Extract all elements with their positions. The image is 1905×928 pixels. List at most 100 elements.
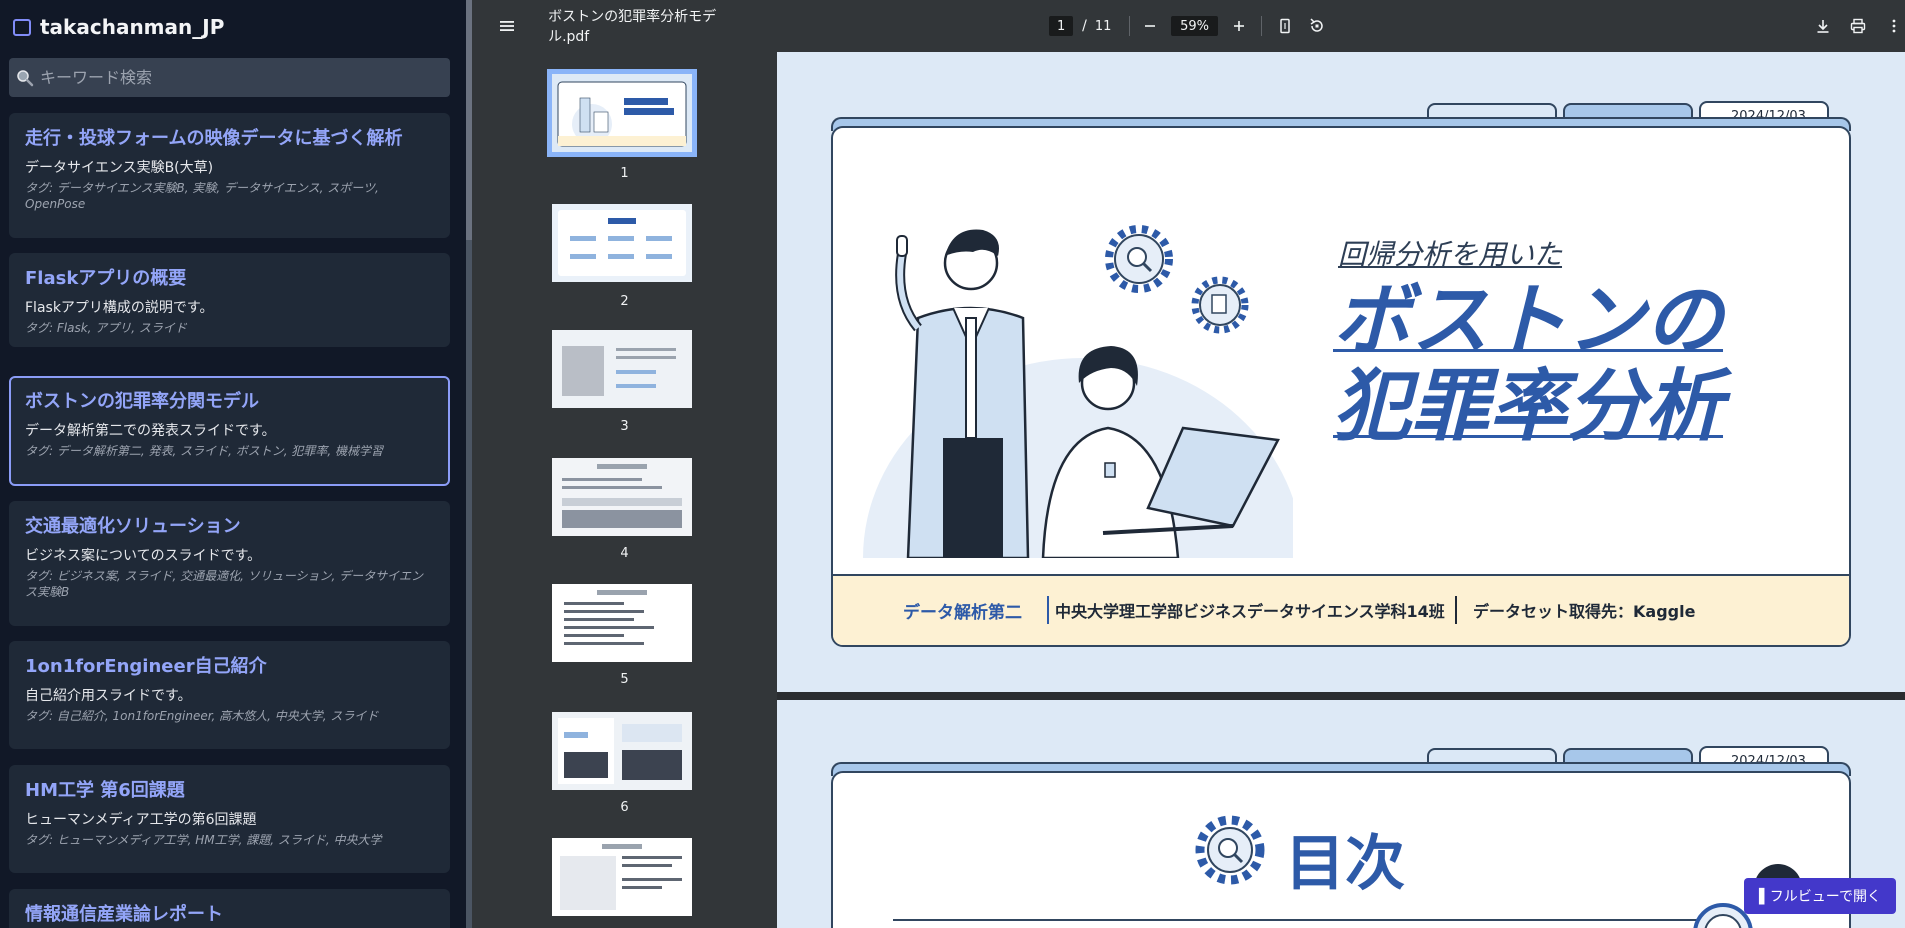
card-desc: データ解析第二での発表スライドです。: [25, 423, 276, 439]
list-item[interactable]: 交通最適化ソリューション ビジネス案についてのスライドです。 タグ: ビジネス案…: [9, 501, 450, 626]
footer-divider: [1455, 596, 1457, 624]
print-button[interactable]: [1847, 14, 1870, 38]
thumbnail-page[interactable]: [552, 458, 692, 536]
thumbnail-number: 1: [620, 166, 629, 181]
page-number-input[interactable]: 1: [1049, 16, 1074, 36]
list-item[interactable]: 情報通信産業論レポート: [9, 889, 450, 928]
thumbnail-number: 2: [620, 294, 629, 309]
rotate-icon: [1310, 18, 1324, 32]
thumbnail-number: 3: [620, 419, 629, 434]
card-desc: ヒューマンメディア工学の第6回課題: [25, 812, 257, 828]
slide-title-line1: ボストンの: [1333, 276, 1724, 366]
card-tags: タグ: Flask, アプリ, スライド: [25, 321, 187, 335]
slide-title-line2: 犯罪率分析: [1333, 362, 1724, 452]
thumbnail-number: 4: [620, 546, 629, 561]
zoom-input[interactable]: 59%: [1171, 16, 1218, 36]
list-item-active[interactable]: ボストンの犯罪率分関モデル データ解析第二での発表スライドです。 タグ: データ…: [9, 376, 450, 486]
rotate-button[interactable]: [1306, 14, 1329, 38]
thumbnail-number: 6: [620, 800, 629, 815]
thumbnail-preview: [552, 204, 692, 282]
thumbnail-preview: [552, 584, 692, 662]
brand[interactable]: takachanman_JP: [12, 12, 224, 42]
fit-page-icon: [1280, 18, 1290, 34]
fit-page-button[interactable]: [1274, 14, 1297, 38]
gear-icon: [1195, 815, 1265, 885]
card-desc: データサイエンス実験B(大草): [25, 160, 214, 176]
footer-dataset: データセット取得先：Kaggle: [1473, 602, 1696, 621]
footer-course: データ解析第二: [903, 603, 1022, 623]
doc-title: ボストンの犯罪率分析モデル.pdf: [548, 9, 717, 45]
card-title: Flaskアプリの概要: [25, 268, 187, 289]
card-title: ボストンの犯罪率分関モデル: [25, 391, 259, 412]
toc-title: 目次: [1285, 829, 1405, 899]
list-item[interactable]: 走行・投球フォームの映像データに基づく解析 データサイエンス実験B(大草) タグ…: [9, 113, 450, 238]
search-box: [9, 58, 450, 97]
menu-button[interactable]: [495, 14, 518, 38]
toc-rule: [893, 919, 1713, 921]
thumbnail-page[interactable]: [547, 69, 697, 157]
download-button[interactable]: [1812, 14, 1835, 38]
plus-icon: [1234, 21, 1245, 31]
print-icon: [1851, 18, 1866, 34]
footer-divider: [1047, 596, 1049, 624]
card-desc: Flaskアプリ構成の説明です。: [25, 300, 214, 316]
thumbnail-preview: [552, 330, 692, 408]
more-button[interactable]: [1882, 14, 1905, 38]
thumbnail-preview: [552, 838, 692, 916]
business-people-illustration: [863, 225, 1293, 558]
thumbnail-page[interactable]: [552, 712, 692, 790]
sidebar: takachanman_JP 走行・投球フォームの映像データに基づく解析 データ…: [0, 0, 466, 928]
brand-name: takachanman_JP: [40, 15, 225, 39]
thumbnail-panel: 1 2 3 4 5 6: [472, 52, 777, 928]
card-title: 交通最適化ソリューション: [25, 516, 241, 537]
zoom-level: 59%: [1180, 18, 1209, 34]
divider: [1260, 16, 1262, 36]
page-view[interactable]: 2024/12/03: [777, 52, 1905, 928]
zoom-in-button[interactable]: [1228, 14, 1251, 38]
card-tags: タグ: 自己紹介, 1on1forEngineer, 高木悠人, 中央大学, ス…: [25, 709, 379, 723]
card-tags: タグ: データサイエンス実験B, 実験, データサイエンス, スポーツ, Ope…: [25, 181, 379, 211]
slide-page: 2024/12/03 目次: [777, 700, 1905, 928]
thumbnail-page[interactable]: [552, 838, 692, 916]
folder-icon: [13, 19, 31, 36]
thumbnail-page[interactable]: [552, 584, 692, 662]
card-tags: タグ: データ解析第二, 発表, スライド, ボストン, 犯罪率, 機械学習: [25, 444, 384, 458]
slide-subtitle: 回帰分析を用いた: [1338, 238, 1563, 271]
list-item[interactable]: 1on1forEngineer自己紹介 自己紹介用スライドです。 タグ: 自己紹…: [9, 641, 450, 749]
card-tags: タグ: ヒューマンメディア工学, HM工学, 課題, スライド, 中央大学: [25, 833, 382, 847]
thumbnail-page[interactable]: [552, 330, 692, 408]
more-vert-icon: [1892, 19, 1895, 33]
thumbnail-number: 5: [620, 672, 629, 687]
thumbnail-preview: [552, 74, 692, 152]
slide-frame: 目次: [831, 771, 1851, 928]
slide-footer: データ解析第二 中央大学理工学部ビジネスデータサイエンス学科14班 データセット…: [833, 574, 1849, 645]
slide-frame: 回帰分析を用いた ボストンの 犯罪率分析 データ解析第二 中央大学理工学部ビジネ…: [831, 126, 1851, 647]
gear-icon: [1105, 225, 1173, 293]
card-title: HM工学 第6回課題: [25, 780, 185, 801]
zoom-out-button[interactable]: [1138, 14, 1161, 38]
minus-icon: [1144, 25, 1155, 27]
open-fullview-button[interactable]: ▌フルビューで開く: [1744, 878, 1896, 914]
thumbnail-preview: [552, 458, 692, 536]
card-title: 走行・投球フォームの映像データに基づく解析: [25, 128, 403, 149]
thumbnail-page[interactable]: [552, 204, 692, 282]
divider: [1129, 16, 1131, 36]
pdf-toolbar: ボストンの犯罪率分析モデル.pdf 1 / 11 59%: [472, 0, 1905, 52]
card-desc: 自己紹介用スライドです。: [25, 688, 192, 704]
list-item[interactable]: HM工学 第6回課題 ヒューマンメディア工学の第6回課題 タグ: ヒューマンメデ…: [9, 765, 450, 873]
card-tags: タグ: ビジネス案, スライド, 交通最適化, ソリューション, データサイエン…: [25, 569, 424, 599]
thumbnail-preview: [552, 712, 692, 790]
open-fullview-label: ▌フルビューで開く: [1759, 889, 1881, 905]
footer-team: 中央大学理工学部ビジネスデータサイエンス学科14班: [1055, 602, 1445, 621]
page-separator: /: [1082, 18, 1087, 34]
list-item[interactable]: Flaskアプリの概要 Flaskアプリ構成の説明です。 タグ: Flask, …: [9, 253, 450, 347]
card-desc: ビジネス案についてのスライドです。: [25, 548, 262, 564]
card-title: 情報通信産業論レポート: [25, 904, 223, 925]
card-title: 1on1forEngineer自己紹介: [25, 656, 267, 677]
menu-icon: [499, 21, 514, 31]
total-pages: 11: [1094, 18, 1112, 34]
page-gap: [777, 692, 1905, 700]
search-input[interactable]: [40, 68, 440, 87]
current-page: 1: [1057, 18, 1066, 34]
slide-page: 2024/12/03: [777, 52, 1905, 692]
